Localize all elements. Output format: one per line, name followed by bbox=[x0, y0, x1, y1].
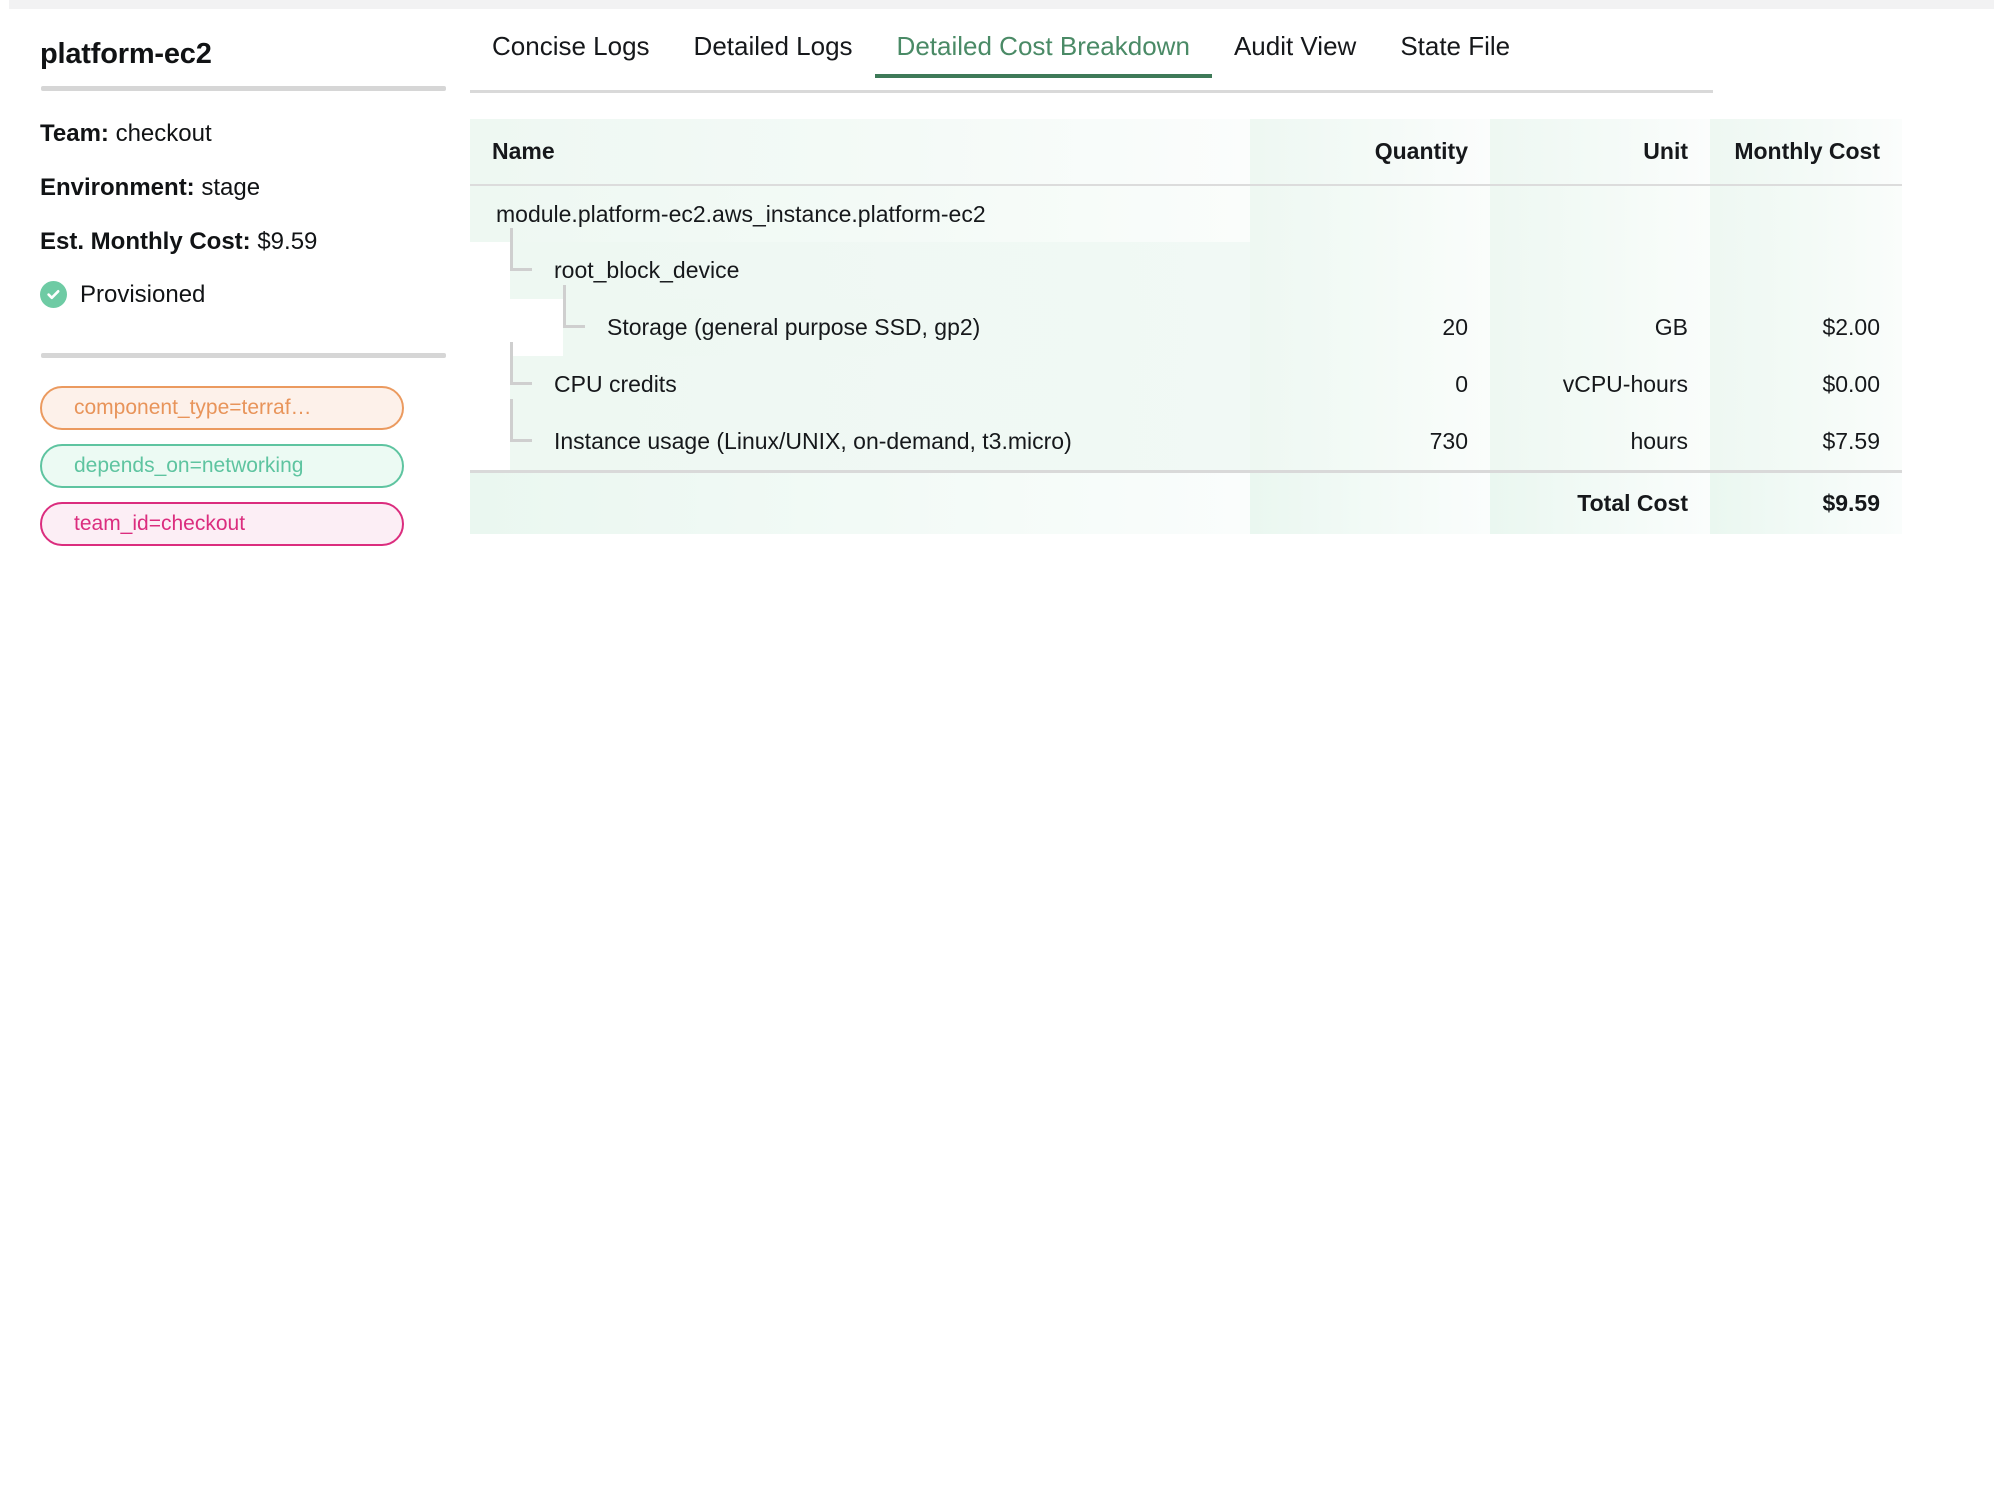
column-header-quantity: Quantity bbox=[1250, 119, 1490, 186]
tree-elbow-icon bbox=[563, 285, 603, 356]
tag-list: component_type=terraf… depends_on=networ… bbox=[40, 385, 430, 546]
resource-node-label: Storage (general purpose SSD, gp2) bbox=[607, 314, 981, 340]
total-row: Total Cost $9.59 bbox=[470, 470, 1902, 534]
table-row[interactable]: Instance usage (Linux/UNIX, on-demand, t… bbox=[470, 399, 1902, 472]
total-spacer bbox=[470, 470, 1250, 534]
app-root: platform-ec2 Team: checkout Environment:… bbox=[0, 0, 1994, 1510]
cell-quantity: 730 bbox=[1250, 413, 1490, 472]
cost-breakdown-table: Name Quantity Unit Monthly Cost module.p… bbox=[470, 119, 1902, 534]
cell-name: module.platform-ec2.aws_instance.platfor… bbox=[470, 185, 1250, 242]
cell-name: Storage (general purpose SSD, gp2) bbox=[470, 285, 1250, 356]
table-row[interactable]: CPU credits 0 vCPU-hours $0.00 bbox=[470, 342, 1902, 413]
check-circle-icon bbox=[40, 281, 67, 309]
window-top-strip bbox=[0, 0, 1994, 9]
title-divider bbox=[41, 85, 446, 91]
page-title: platform-ec2 bbox=[40, 38, 212, 70]
cell-monthly-cost: $2.00 bbox=[1710, 299, 1902, 356]
tags-divider bbox=[41, 352, 446, 358]
tree-indent: Storage (general purpose SSD, gp2) bbox=[470, 285, 1250, 356]
tab-detailed-cost-breakdown[interactable]: Detailed Cost Breakdown bbox=[874, 21, 1213, 78]
cell-unit: hours bbox=[1490, 413, 1710, 472]
tab-state-file[interactable]: State File bbox=[1378, 21, 1532, 78]
meta-value-est-monthly-cost: $9.59 bbox=[257, 227, 318, 255]
cell-quantity: 0 bbox=[1250, 356, 1490, 413]
resource-node-label: root_block_device bbox=[554, 257, 740, 283]
resource-metadata: Team: checkout Environment: stage Est. M… bbox=[40, 119, 430, 309]
cell-monthly-cost: $0.00 bbox=[1710, 356, 1902, 413]
cell-monthly-cost: $7.59 bbox=[1710, 413, 1902, 472]
total-spacer-2 bbox=[1250, 470, 1490, 534]
table-header-row: Name Quantity Unit Monthly Cost bbox=[470, 119, 1902, 186]
tree-indent: Instance usage (Linux/UNIX, on-demand, t… bbox=[470, 399, 1250, 470]
column-header-monthly-cost: Monthly Cost bbox=[1710, 119, 1902, 186]
tab-bar: Concise Logs Detailed Logs Detailed Cost… bbox=[470, 21, 1713, 93]
top-strip-notch bbox=[0, 0, 9, 9]
tree-elbow-icon bbox=[510, 342, 550, 413]
cell-monthly-cost bbox=[1710, 242, 1902, 299]
meta-label-environment: Environment: bbox=[40, 173, 195, 201]
tab-detailed-logs[interactable]: Detailed Logs bbox=[672, 21, 875, 78]
table-row[interactable]: module.platform-ec2.aws_instance.platfor… bbox=[470, 185, 1902, 242]
status-badge: Provisioned bbox=[40, 281, 430, 309]
resource-sidebar: platform-ec2 Team: checkout Environment:… bbox=[0, 9, 470, 546]
table-row[interactable]: Storage (general purpose SSD, gp2) 20 GB… bbox=[470, 285, 1902, 356]
column-header-name: Name bbox=[470, 119, 1250, 186]
meta-label-team: Team: bbox=[40, 119, 109, 147]
total-cost-label: Total Cost bbox=[1490, 470, 1710, 534]
table-header: Name Quantity Unit Monthly Cost bbox=[470, 119, 1902, 186]
meta-value-team: checkout bbox=[115, 119, 212, 147]
resource-node-label: module.platform-ec2.aws_instance.platfor… bbox=[496, 200, 986, 227]
meta-value-environment: stage bbox=[201, 173, 261, 201]
tag-label: component_type=terraf… bbox=[74, 395, 312, 419]
cell-quantity bbox=[1250, 185, 1490, 242]
cell-unit bbox=[1490, 242, 1710, 299]
tree-elbow-icon bbox=[510, 399, 550, 470]
tab-concise-logs[interactable]: Concise Logs bbox=[470, 21, 672, 78]
tag-component-type[interactable]: component_type=terraf… bbox=[40, 385, 404, 430]
table-body: module.platform-ec2.aws_instance.platfor… bbox=[470, 185, 1902, 472]
resource-node-label: CPU credits bbox=[554, 371, 677, 397]
resource-node-label: Instance usage (Linux/UNIX, on-demand, t… bbox=[554, 428, 1072, 454]
tag-depends-on[interactable]: depends_on=networking bbox=[40, 443, 404, 488]
status-label: Provisioned bbox=[80, 280, 206, 308]
meta-row-environment: Environment: stage bbox=[40, 173, 430, 203]
cell-unit bbox=[1490, 185, 1710, 242]
tree-indent: CPU credits bbox=[470, 342, 1250, 413]
tab-audit-view[interactable]: Audit View bbox=[1212, 21, 1378, 78]
cell-quantity bbox=[1250, 242, 1490, 299]
tag-label: team_id=checkout bbox=[74, 511, 246, 535]
table-row[interactable]: root_block_device bbox=[470, 228, 1902, 299]
cell-unit: vCPU-hours bbox=[1490, 356, 1710, 413]
cell-monthly-cost bbox=[1710, 185, 1902, 242]
column-header-unit: Unit bbox=[1490, 119, 1710, 186]
tag-label: depends_on=networking bbox=[74, 453, 304, 477]
tree-indent: root_block_device bbox=[470, 228, 1250, 299]
meta-label-est-monthly-cost: Est. Monthly Cost: bbox=[40, 227, 251, 255]
meta-row-team: Team: checkout bbox=[40, 119, 430, 149]
cost-breakdown-panel: Name Quantity Unit Monthly Cost module.p… bbox=[470, 119, 1902, 534]
tree-elbow-icon bbox=[510, 228, 550, 299]
main-panel: Concise Logs Detailed Logs Detailed Cost… bbox=[470, 9, 1994, 534]
cell-quantity: 20 bbox=[1250, 299, 1490, 356]
tag-team-id[interactable]: team_id=checkout bbox=[40, 501, 404, 546]
cell-unit: GB bbox=[1490, 299, 1710, 356]
total-cost-value: $9.59 bbox=[1710, 470, 1902, 534]
cell-name: CPU credits bbox=[470, 342, 1250, 413]
cell-name: root_block_device bbox=[470, 228, 1250, 299]
meta-row-est-monthly-cost: Est. Monthly Cost: $9.59 bbox=[40, 227, 430, 257]
table-footer: Total Cost $9.59 bbox=[470, 470, 1902, 534]
cell-name: Instance usage (Linux/UNIX, on-demand, t… bbox=[470, 399, 1250, 472]
